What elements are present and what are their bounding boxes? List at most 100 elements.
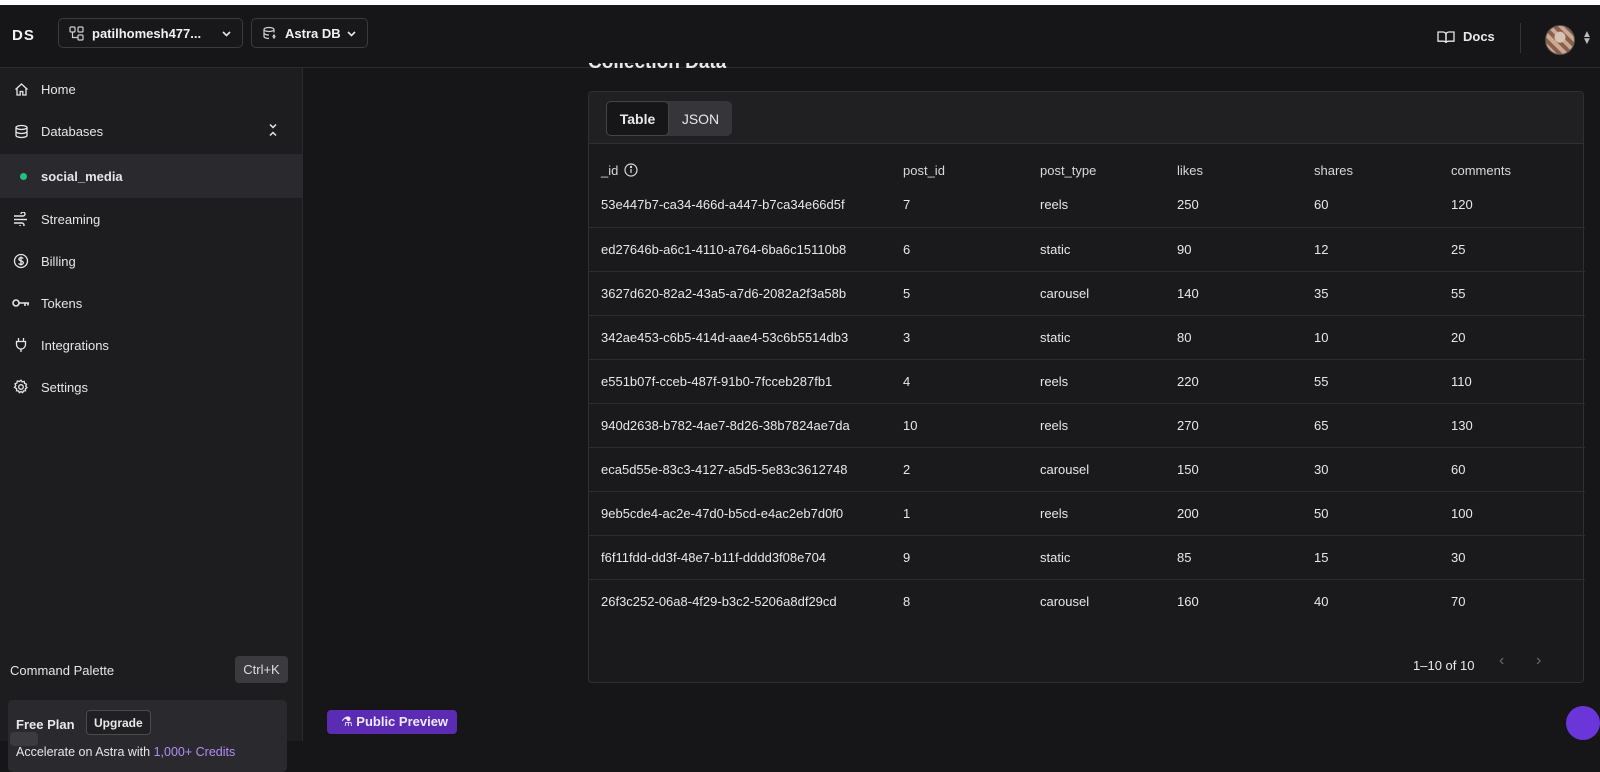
collapse-icon[interactable] [268,123,278,137]
user-menu-button[interactable] [10,732,38,746]
cell-shares: 40 [1314,593,1329,609]
cell-likes: 250 [1177,183,1314,228]
sidebar-item-label: Settings [41,379,88,395]
table-row[interactable]: 940d2638-b782-4ae7-8d26-38b7824ae7da 10 re… [589,403,1585,448]
cell-id: 3627d620-82a2-43a5-a7d6-2082a2f3a58b [589,271,903,316]
table-row[interactable]: ed27646b-a6c1-4110-a764-6ba6c15110b8 6 sta… [589,227,1585,272]
cell-comments: 130 [1451,403,1585,448]
credits-link[interactable]: 1,000+ Credits [154,745,236,759]
column-header-shares[interactable]: shares [1314,157,1451,183]
previous-page-icon[interactable]: ‹ [1499,652,1504,670]
cell-comments: 120 [1451,183,1585,228]
command-palette-label[interactable]: Command Palette [10,663,114,678]
sidebar-item-billing[interactable]: Billing [0,240,302,282]
view-toggle: Table JSON [606,101,732,136]
table-row[interactable]: 3627d620-82a2-43a5-a7d6-2082a2f3a58b 5 car… [589,271,1585,316]
cell-likes: 220 [1177,359,1314,404]
org-selector[interactable]: patilhomesh477... [58,18,243,48]
public-preview-badge[interactable]: ⚗ Public Preview [327,710,457,734]
top-bar: DS patilhomesh477... Astra DB Docs ▲ ▼ [0,5,1600,68]
cell-comments: 30 [1451,535,1585,580]
cell-post-id: 4 [903,359,1040,404]
column-header-comments[interactable]: comments [1451,157,1585,183]
table-row[interactable]: f6f11fdd-dd3f-48e7-b11f-dddd3f08e704 9 sta… [589,535,1585,580]
account-switch-icon[interactable]: ▲ ▼ [1582,30,1592,47]
sidebar-item-home[interactable]: Home [0,68,302,110]
cell-post-type: static [1040,227,1177,272]
chat-icon[interactable] [1566,706,1600,740]
book-icon [1437,30,1455,43]
sidebar-item-streaming[interactable]: Streaming [0,198,302,240]
org-selector-label: patilhomesh477... [92,25,202,41]
sidebar-item-integrations[interactable]: Integrations [0,324,302,366]
sidebar-item-label: Streaming [41,211,101,227]
cell-shares: 50 [1314,491,1451,536]
cell-post-type: reels [1040,183,1177,228]
cell-shares: 55 [1314,359,1451,404]
database-icon [12,122,30,140]
cell-shares: 15 [1314,535,1451,580]
cell-shares: 65 [1314,403,1451,448]
chevron-down-icon [347,30,356,37]
cell-comments: 100 [1451,491,1585,536]
astra-db-icon [263,26,276,39]
column-header-post-type[interactable]: post_type [1040,157,1177,183]
cell-id: 9eb5cde4-ac2e-47d0-b5cd-e4ac2eb7d0f0 [589,491,903,536]
column-header-post-id[interactable]: post_id [903,157,1040,183]
cell-post-id: 10 [903,403,1040,448]
cell-post-id: 3 [903,315,1040,360]
cell-likes: 90 [1177,227,1314,272]
plan-subtitle: Accelerate on Astra with 1,000+ Credits [16,745,235,759]
cell-post-type: carousel [1040,593,1090,609]
column-header-likes[interactable]: likes [1177,157,1314,183]
cell-likes: 270 [1177,403,1314,448]
flask-icon: ⚗ [341,714,353,729]
next-page-icon[interactable]: › [1536,652,1541,670]
docs-link[interactable]: Docs [1437,29,1495,44]
cell-post-id: 2 [903,447,1040,492]
tab-table[interactable]: Table [606,101,669,136]
column-header-label: _id [601,162,619,178]
table-row[interactable]: e551b07f-cceb-487f-91b0-7fcceb287fb1 4 ree… [589,359,1585,404]
cell-id: 342ae453-c6b5-414d-aae4-53c6b5514db3 [589,315,903,360]
home-icon [12,80,30,98]
sidebar-item-databases[interactable]: Databases [0,110,302,152]
avatar[interactable] [1545,25,1575,55]
product-selector[interactable]: Astra DB [251,18,368,48]
cell-id: 26f3c252-06a8-4f29-b3c2-5206a8df29cd [601,593,837,609]
sidebar-item-label: social_media [41,168,123,184]
cell-comments: 25 [1451,227,1585,272]
info-icon[interactable] [624,163,638,177]
app-logo[interactable]: DS [12,27,35,44]
data-table: _id post_id post_type likes shares comme… [589,157,1585,623]
tab-json[interactable]: JSON [669,101,732,136]
cell-post-type: static [1040,535,1177,580]
status-dot [20,172,27,180]
command-palette-shortcut[interactable]: Ctrl+K [235,656,288,683]
cell-post-id: 7 [903,183,1040,228]
plan-subtitle-text: Accelerate on Astra with [16,745,154,759]
table-row[interactable]: 53e447b7-ca34-466d-a447-b7ca34e66d5f 7 ree… [589,183,1585,228]
chevron-down-icon [222,30,231,37]
column-header-id[interactable]: _id [589,157,903,183]
table-row[interactable]: 342ae453-c6b5-414d-aae4-53c6b5514db3 3 sta… [589,315,1585,360]
cell-id: f6f11fdd-dd3f-48e7-b11f-dddd3f08e704 [589,535,903,580]
sidebar-item-social-media[interactable]: social_media [0,154,302,198]
table-row[interactable]: 9eb5cde4-ac2e-47d0-b5cd-e4ac2eb7d0f0 1 ree… [589,491,1585,536]
table-row[interactable]: eca5d55e-83c3-4127-a5d5-5e83c3612748 2 car… [589,447,1585,492]
sidebar-item-settings[interactable]: Settings [0,366,302,408]
cell-post-type: static [1040,315,1177,360]
plan-card: Free Plan Upgrade Accelerate on Astra wi… [8,700,287,772]
sidebar: Home Databases social_media Streaming Bi… [0,68,303,772]
table-row[interactable]: 26f3c252-06a8-4f29-b3c2-5206a8df29cd 8 car… [589,579,1585,623]
cell-shares: 35 [1314,271,1451,316]
sidebar-item-label: Integrations [41,337,109,353]
upgrade-button[interactable]: Upgrade [86,710,151,735]
public-preview-label: Public Preview [356,714,449,729]
sidebar-item-tokens[interactable]: Tokens [0,282,302,324]
cell-post-id: 9 [903,535,1040,580]
cell-post-id: 6 [903,227,1040,272]
docs-label: Docs [1463,29,1495,44]
org-icon [69,25,84,41]
sidebar-item-label: Tokens [41,295,83,311]
